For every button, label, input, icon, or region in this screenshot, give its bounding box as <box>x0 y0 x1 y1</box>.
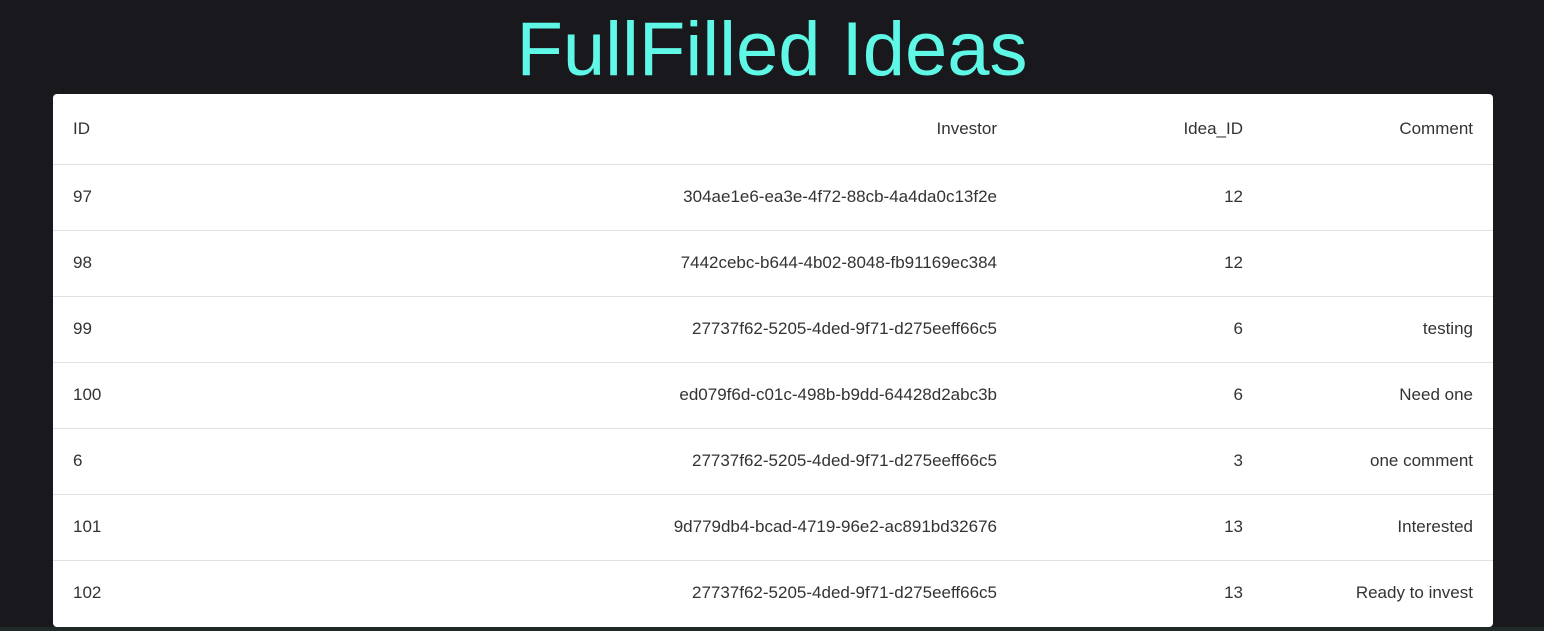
cell-id: 98 <box>53 230 313 297</box>
cell-investor: 27737f62-5205-4ded-9f71-d275eeff66c5 <box>313 295 1017 363</box>
cell-comment <box>1263 230 1493 297</box>
cell-idea-id: 13 <box>1017 559 1263 626</box>
page-title: FullFilled Ideas <box>516 7 1028 92</box>
cell-id: 100 <box>53 362 313 429</box>
cell-comment: testing <box>1263 295 1493 363</box>
column-header-idea-id[interactable]: Idea_ID <box>1017 94 1263 165</box>
cell-id: 101 <box>53 494 313 561</box>
table-header: ID Investor Idea_ID Comment <box>53 94 1493 165</box>
cell-comment: Interested <box>1263 494 1493 561</box>
cell-id: 102 <box>53 559 313 626</box>
cell-comment <box>1263 164 1493 231</box>
cell-id: 97 <box>53 164 313 231</box>
header-row: ID Investor Idea_ID Comment <box>53 94 1493 165</box>
cell-idea-id: 6 <box>1017 362 1263 429</box>
bottom-strip <box>0 627 1544 631</box>
column-header-comment[interactable]: Comment <box>1263 94 1493 165</box>
cell-idea-id: 13 <box>1017 494 1263 561</box>
table-row[interactable]: 99 27737f62-5205-4ded-9f71-d275eeff66c5 … <box>53 295 1493 363</box>
table-body: 97 304ae1e6-ea3e-4f72-88cb-4a4da0c13f2e … <box>53 164 1493 626</box>
cell-investor: 304ae1e6-ea3e-4f72-88cb-4a4da0c13f2e <box>313 164 1017 231</box>
table-row[interactable]: 102 27737f62-5205-4ded-9f71-d275eeff66c5… <box>53 559 1493 626</box>
cell-investor: 27737f62-5205-4ded-9f71-d275eeff66c5 <box>313 559 1017 626</box>
cell-idea-id: 6 <box>1017 295 1263 363</box>
column-header-id[interactable]: ID <box>53 94 313 165</box>
cell-comment: Need one <box>1263 362 1493 429</box>
cell-investor: 9d779db4-bcad-4719-96e2-ac891bd32676 <box>313 494 1017 561</box>
table-row[interactable]: 98 7442cebc-b644-4b02-8048-fb91169ec384 … <box>53 230 1493 297</box>
table-row[interactable]: 101 9d779db4-bcad-4719-96e2-ac891bd32676… <box>53 494 1493 561</box>
cell-id: 6 <box>53 428 313 495</box>
cell-investor: ed079f6d-c01c-498b-b9dd-64428d2abc3b <box>313 362 1017 429</box>
column-header-investor[interactable]: Investor <box>313 94 1017 165</box>
cell-idea-id: 3 <box>1017 428 1263 495</box>
cell-idea-id: 12 <box>1017 230 1263 297</box>
cell-idea-id: 12 <box>1017 164 1263 231</box>
table-row[interactable]: 97 304ae1e6-ea3e-4f72-88cb-4a4da0c13f2e … <box>53 164 1493 231</box>
table-row[interactable]: 100 ed079f6d-c01c-498b-b9dd-64428d2abc3b… <box>53 362 1493 429</box>
table-row[interactable]: 6 27737f62-5205-4ded-9f71-d275eeff66c5 3… <box>53 428 1493 495</box>
ideas-table-card: ID Investor Idea_ID Comment 97 304ae1e6-… <box>53 94 1493 627</box>
ideas-table: ID Investor Idea_ID Comment 97 304ae1e6-… <box>53 94 1493 626</box>
cell-investor: 7442cebc-b644-4b02-8048-fb91169ec384 <box>313 230 1017 297</box>
cell-comment: Ready to invest <box>1263 559 1493 626</box>
cell-investor: 27737f62-5205-4ded-9f71-d275eeff66c5 <box>313 428 1017 495</box>
cell-comment: one comment <box>1263 428 1493 495</box>
cell-id: 99 <box>53 295 313 363</box>
